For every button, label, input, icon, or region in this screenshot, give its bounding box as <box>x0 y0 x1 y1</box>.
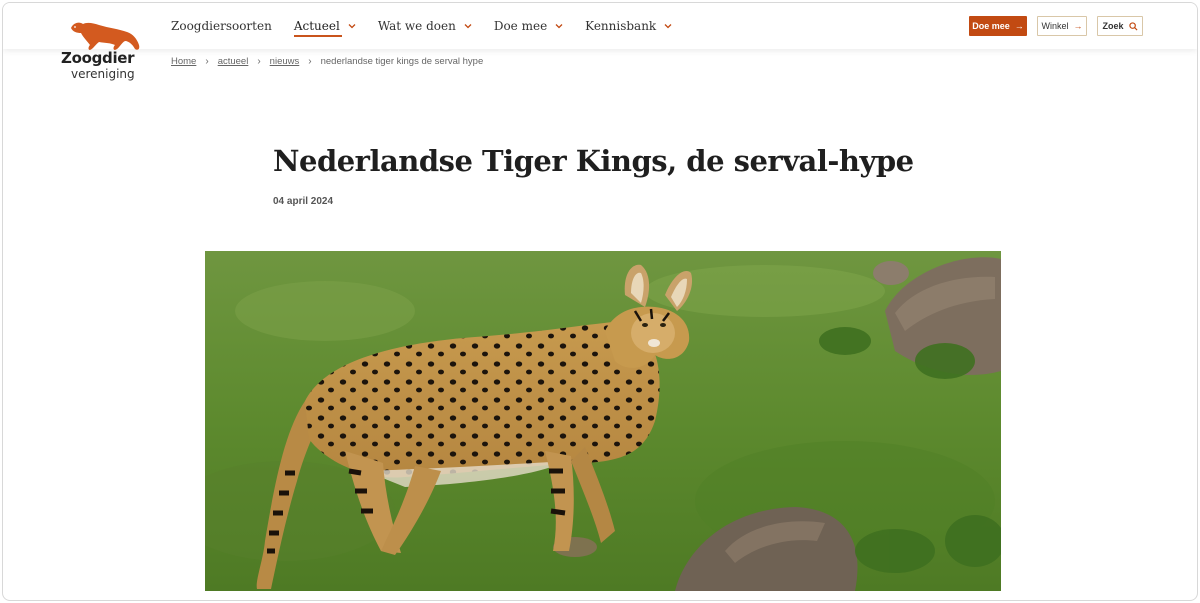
arrow-right-icon: → <box>1014 21 1024 31</box>
chevron-down-icon <box>464 24 472 29</box>
breadcrumb-actueel[interactable]: actueel <box>218 56 249 67</box>
browser-viewport: Zoogdiersoorten Actueel Wat we doen Doe … <box>2 2 1198 601</box>
nav-item-label: Doe mee <box>493 19 548 33</box>
chevron-down-icon <box>555 24 563 29</box>
main-nav: Zoogdiersoorten Actueel Wat we doen Doe … <box>171 3 694 49</box>
nav-item-zoogdiersoorten[interactable]: Zoogdiersoorten <box>171 3 272 49</box>
logo-text: Zoogdier <box>61 49 135 67</box>
breadcrumb-home[interactable]: Home <box>171 56 196 67</box>
zoek-button[interactable]: Zoek <box>1097 16 1143 36</box>
article-date: 04 april 2024 <box>273 196 334 207</box>
arrow-right-icon: → <box>1073 21 1083 31</box>
nav-item-wat-we-doen[interactable]: Wat we doen <box>378 3 472 49</box>
site-logo[interactable]: Zoogdier vereniging <box>59 19 151 85</box>
doe-mee-button-label: Doe mee <box>972 21 1010 31</box>
scrollbar[interactable] <box>1189 49 1195 597</box>
winkel-button[interactable]: Winkel → <box>1037 16 1087 36</box>
chevron-right-icon: › <box>205 56 209 67</box>
hero-image <box>205 251 1001 591</box>
serval-photo <box>205 251 1001 591</box>
winkel-button-label: Winkel <box>1041 21 1069 31</box>
site-header: Zoogdiersoorten Actueel Wat we doen Doe … <box>3 3 1197 49</box>
nav-item-label: Kennisbank <box>585 19 657 33</box>
nav-item-label: Actueel <box>293 19 340 33</box>
search-icon <box>1128 21 1138 31</box>
article-title: Nederlandse Tiger Kings, de serval-hype <box>273 144 914 178</box>
nav-item-doe-mee[interactable]: Doe mee <box>494 3 563 49</box>
breadcrumb-current: nederlandse tiger kings de serval hype <box>320 56 484 67</box>
chevron-right-icon: › <box>308 56 312 67</box>
nav-item-label: Zoogdiersoorten <box>171 19 272 33</box>
zoek-button-label: Zoek <box>1102 21 1124 31</box>
breadcrumb-nieuws[interactable]: nieuws <box>270 56 300 67</box>
logo-subtext: vereniging <box>71 67 135 81</box>
nav-item-actueel[interactable]: Actueel <box>293 3 356 49</box>
chevron-right-icon: › <box>257 56 261 67</box>
breadcrumb: Home › actueel › nieuws › nederlandse ti… <box>171 56 483 67</box>
nav-item-label: Wat we doen <box>377 19 456 33</box>
chevron-down-icon <box>664 24 672 29</box>
doe-mee-button[interactable]: Doe mee → <box>969 16 1027 36</box>
chevron-down-icon <box>348 24 356 29</box>
nav-item-kennisbank[interactable]: Kennisbank <box>585 3 672 49</box>
otter-logo-icon <box>71 22 140 50</box>
